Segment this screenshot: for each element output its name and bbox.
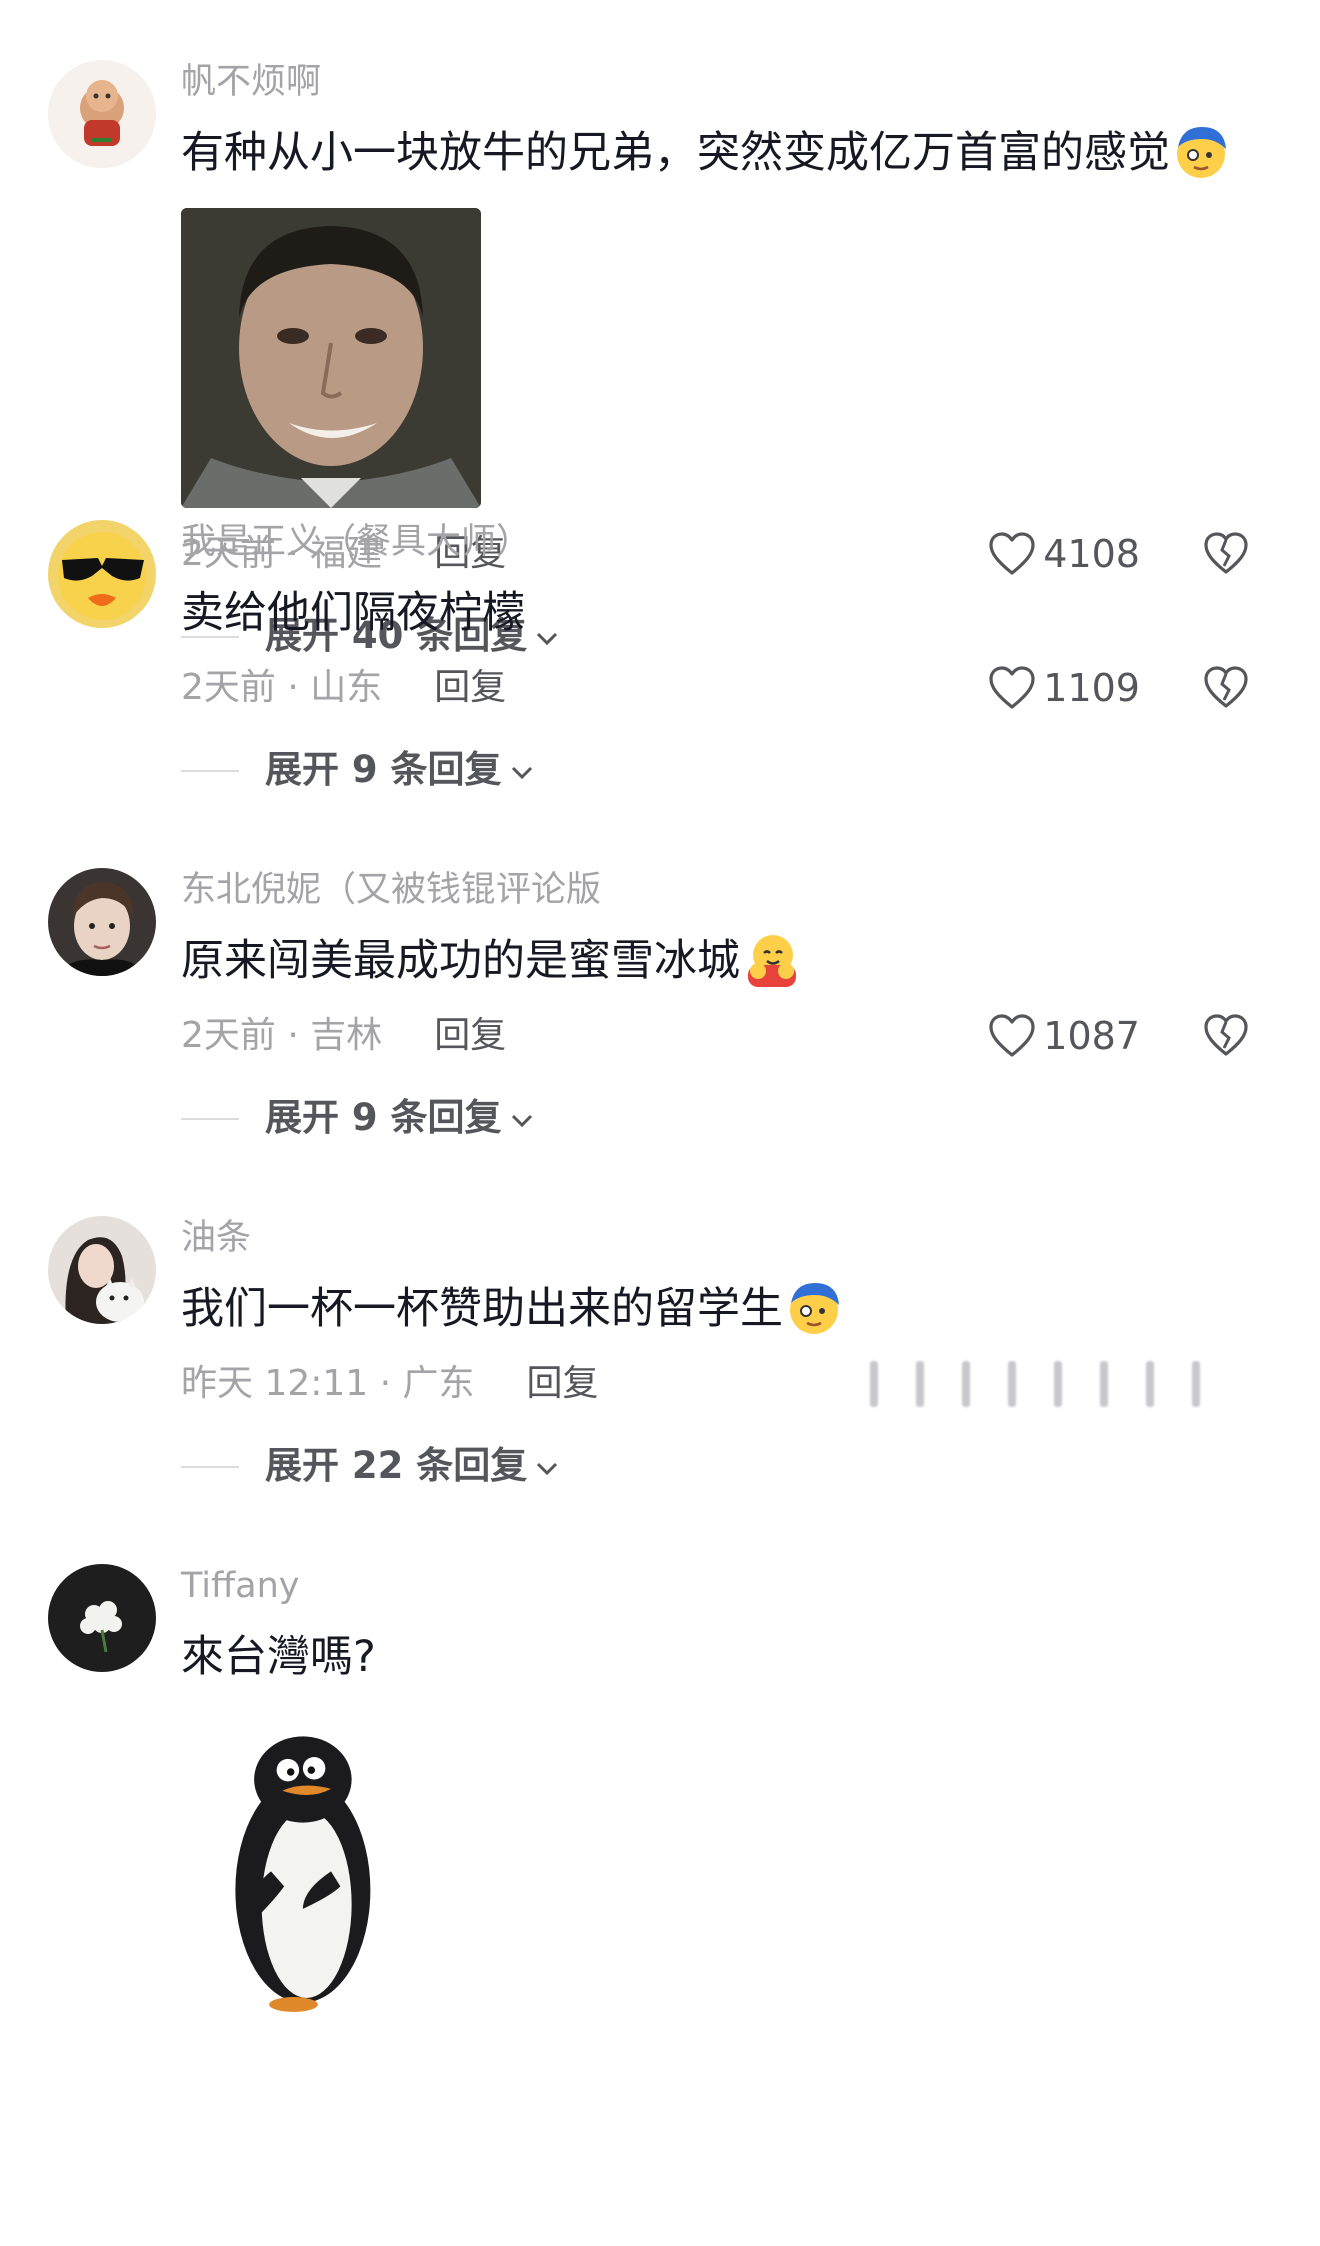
comment-time-location: 2天前 · 吉林: [181, 1015, 383, 1056]
comment-list: 帆不烦啊 有种从小一块放牛的兄弟，突然变成亿万首富的感觉 2天前 · 福建 回复…: [0, 0, 1320, 2246]
expand-replies-label: 展开 22 条回复: [265, 1444, 528, 1487]
like-button[interactable]: 1087: [987, 1008, 1140, 1064]
comment-username[interactable]: 油条: [181, 1216, 1260, 1260]
chevron-down-icon: [508, 762, 536, 782]
comment-body: 油条 我们一杯一杯赞助出来的留学生 昨天 12:11 · 广东 回复 展开 22 …: [181, 1216, 1260, 1496]
expand-replies-button[interactable]: 展开 9 条回复: [181, 1088, 1260, 1148]
divider: [181, 770, 239, 772]
avatar[interactable]: [48, 60, 156, 168]
avatar[interactable]: [48, 1216, 156, 1324]
comment-username[interactable]: 东北倪妮（又被钱锟评论版: [181, 868, 1260, 912]
comment-body: 东北倪妮（又被钱锟评论版 原来闯美最成功的是蜜雪冰城 2天前 · 吉林 回复 10…: [181, 868, 1260, 1148]
like-count: 1109: [1043, 666, 1140, 710]
comment-image-sticker[interactable]: [181, 208, 481, 508]
shy-face-emoji-icon: [1172, 123, 1230, 181]
hug-emoji-icon: [742, 931, 800, 989]
comment-meta: 2天前 · 吉林 回复 1087: [181, 1008, 1260, 1064]
comment-time-location: 2天前 · 山东: [181, 667, 383, 708]
comment-text: 有种从小一块放牛的兄弟，突然变成亿万首富的感觉: [181, 124, 1260, 182]
expand-replies-button[interactable]: 展开 9 条回复: [181, 740, 1260, 800]
comment-text-content: 原来闯美最成功的是蜜雪冰城: [181, 936, 740, 986]
dislike-button[interactable]: [1202, 664, 1250, 712]
comment-username[interactable]: Tiffany: [181, 1564, 1260, 1608]
heart-outline-icon: [989, 1014, 1035, 1057]
shy-face-emoji-icon: [785, 1279, 843, 1337]
expand-replies-button[interactable]: 展开 22 条回复: [181, 1436, 1260, 1496]
avatar[interactable]: [48, 1564, 156, 1672]
like-count: 1087: [1043, 1014, 1140, 1058]
broken-heart-icon: [1204, 666, 1248, 708]
reply-button[interactable]: 回复: [434, 1015, 506, 1056]
expand-replies-label: 展开 9 条回复: [265, 1096, 502, 1139]
blurred-actions: [870, 1356, 1200, 1412]
comment-text: 卖给他们隔夜柠檬: [181, 588, 525, 638]
chevron-down-icon: [533, 1458, 561, 1478]
dislike-button[interactable]: [1202, 1012, 1250, 1060]
comment-meta: 昨天 12:11 · 广东 回复: [181, 1356, 1260, 1412]
comment-text-content: 我们一杯一杯赞助出来的留学生: [181, 1284, 783, 1334]
like-button[interactable]: 1109: [987, 660, 1140, 716]
comment-time-location: 昨天 12:11 · 广东: [181, 1363, 475, 1404]
comment-body: Tiffany 來台灣嗎?: [181, 1564, 1260, 2032]
comment-text: 原来闯美最成功的是蜜雪冰城: [181, 932, 1260, 990]
reply-button[interactable]: 回复: [434, 667, 506, 708]
expand-replies-label: 展开 9 条回复: [265, 748, 502, 791]
divider: [181, 1466, 239, 1468]
divider: [181, 1118, 239, 1120]
comment-text: 我们一杯一杯赞助出来的留学生: [181, 1280, 1260, 1338]
comment-image-sticker[interactable]: [181, 1712, 481, 2032]
heart-outline-icon: [989, 666, 1035, 709]
comment-text: 來台灣嗎?: [181, 1632, 376, 1682]
broken-heart-icon: [1204, 1014, 1248, 1056]
avatar[interactable]: [48, 868, 156, 976]
comment-meta: 2天前 · 山东 回复 1109: [181, 660, 1260, 716]
avatar[interactable]: [48, 520, 156, 628]
chevron-down-icon: [508, 1110, 536, 1130]
comment-body: 我是正义（餐具大师） 卖给他们隔夜柠檬 2天前 · 山东 回复 1109 展开 9…: [181, 520, 1260, 800]
comment-text-content: 有种从小一块放牛的兄弟，突然变成亿万首富的感觉: [181, 128, 1170, 178]
comment-username[interactable]: 我是正义（餐具大师）: [181, 520, 1260, 564]
comment-username[interactable]: 帆不烦啊: [181, 60, 1260, 104]
reply-button[interactable]: 回复: [527, 1363, 599, 1404]
